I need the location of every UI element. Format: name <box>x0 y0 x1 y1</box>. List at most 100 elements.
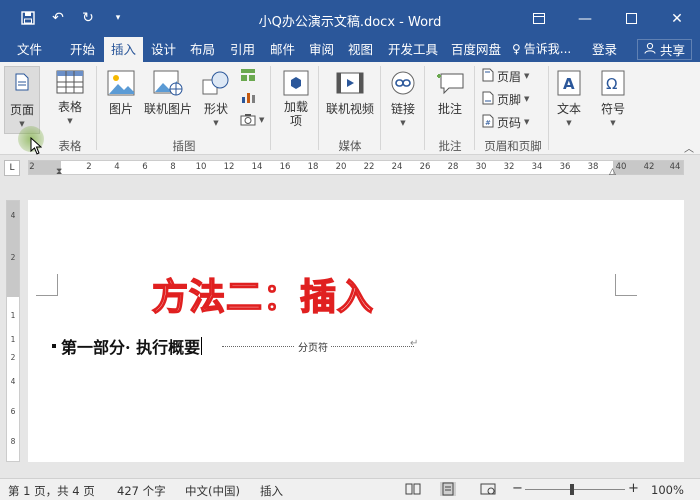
pages-label: 页面 <box>9 103 34 117</box>
chart-icon <box>240 90 256 107</box>
group-separator <box>424 66 425 150</box>
tab-review[interactable]: 审阅 <box>302 37 341 62</box>
ruler-tick: 38 <box>587 162 599 172</box>
tab-mailings[interactable]: 邮件 <box>263 37 302 62</box>
zoom-out-button[interactable]: − <box>512 481 523 496</box>
text-cursor <box>201 337 203 355</box>
tab-insert[interactable]: 插入 <box>104 37 144 62</box>
vruler-tick: 1 <box>10 335 16 344</box>
ruler-tick: 44 <box>669 162 681 172</box>
zoom-level[interactable]: 100% <box>651 483 684 497</box>
chevron-down-icon: ▼ <box>524 118 530 126</box>
vruler-tick: 4 <box>10 211 16 220</box>
collapse-ribbon-icon[interactable]: ︿ <box>684 140 694 155</box>
chevron-down-icon: ▼ <box>566 119 572 127</box>
svg-text:A: A <box>563 75 575 93</box>
vruler-tick: 6 <box>10 407 16 416</box>
horizontal-ruler[interactable]: 2 2 4 6 8 10 12 14 16 18 20 22 24 26 28 … <box>28 160 684 177</box>
tab-baidu-netdisk[interactable]: 百度网盘 <box>444 37 508 62</box>
zoom-slider-thumb[interactable] <box>570 484 574 495</box>
maximize-icon[interactable] <box>608 0 654 37</box>
right-indent-marker-icon[interactable]: △ <box>609 167 616 177</box>
vertical-scrollbar[interactable] <box>686 180 700 462</box>
ruler-tick: 6 <box>142 162 148 172</box>
online-picture-button[interactable]: 联机图片 <box>142 66 194 134</box>
insert-mode-indicator[interactable]: 插入 <box>260 483 283 499</box>
ruler-tick: 20 <box>335 162 347 172</box>
tab-design[interactable]: 设计 <box>144 37 183 62</box>
overlay-title-text: 方法二：插入 <box>151 276 375 319</box>
chevron-down-icon: ▼ <box>259 116 265 124</box>
ribbon-display-options-icon[interactable] <box>516 0 562 37</box>
tell-me-label: 告诉我... <box>523 42 572 56</box>
svg-text:#: # <box>485 119 491 127</box>
document-page[interactable] <box>28 200 684 462</box>
tab-references[interactable]: 引用 <box>223 37 262 62</box>
vruler-tick: 4 <box>10 377 16 386</box>
tab-selector[interactable]: L <box>4 160 20 176</box>
online-video-label: 联机视频 <box>325 102 374 116</box>
screenshot-button[interactable]: ▼ <box>240 110 264 130</box>
page-count[interactable]: 第 1 页，共 4 页 <box>8 483 95 499</box>
shapes-button[interactable]: 形状 ▼ <box>198 66 234 134</box>
language-indicator[interactable]: 中文(中国) <box>185 483 240 499</box>
comment-button[interactable]: 批注 <box>430 66 470 134</box>
chart-button[interactable] <box>240 88 256 108</box>
ruler-tick: 34 <box>531 162 543 172</box>
ruler-tick: 10 <box>195 162 207 172</box>
tab-view[interactable]: 视图 <box>341 37 380 62</box>
vertical-ruler[interactable]: 4 2 1 1 2 4 6 8 <box>6 200 20 462</box>
page-number-button[interactable]: # 页码 ▼ <box>482 112 529 132</box>
vruler-tick: 2 <box>10 253 16 262</box>
lightbulb-icon: ♀ <box>512 42 521 56</box>
web-layout-icon[interactable] <box>480 482 496 496</box>
document-heading[interactable]: 第一部分· 执行概要 <box>52 334 203 358</box>
picture-button[interactable]: 图片 <box>104 66 138 134</box>
status-bar: 第 1 页，共 4 页 427 个字 中文(中国) 插入 − + 100% <box>0 478 700 500</box>
indent-marker-icon[interactable]: ⧗ <box>56 167 62 177</box>
footer-button[interactable]: 页脚 ▼ <box>482 89 529 109</box>
text-button[interactable]: A 文本 ▼ <box>552 66 586 134</box>
camera-icon <box>240 112 256 129</box>
heading-text: 第一部分· 执行概要 <box>61 338 201 357</box>
pages-button[interactable]: 页面 ▼ <box>4 66 40 134</box>
word-count[interactable]: 427 个字 <box>117 483 166 499</box>
paragraph-mark-bullet <box>52 344 56 348</box>
tell-me-box[interactable]: ♀ 告诉我... <box>512 37 571 62</box>
vruler-tick: 2 <box>10 353 16 362</box>
header-button[interactable]: 页眉 ▼ <box>482 66 529 86</box>
smartart-button[interactable] <box>240 66 256 86</box>
page-number-label: 页码 <box>497 115 522 130</box>
group-separator <box>96 66 97 150</box>
ruler-tick: 32 <box>503 162 515 172</box>
title-bar: ↶ ↻ ▾ 小Q办公演示文稿.docx - Word — ✕ <box>0 0 700 37</box>
ruler-tick: 2 <box>29 162 35 172</box>
zoom-in-button[interactable]: + <box>628 481 639 496</box>
shapes-label: 形状 <box>203 102 228 116</box>
tab-developer[interactable]: 开发工具 <box>381 37 445 62</box>
tab-layout[interactable]: 布局 <box>183 37 222 62</box>
ruler-tick: 22 <box>363 162 375 172</box>
ruler-tick: 8 <box>170 162 176 172</box>
minimize-icon[interactable]: — <box>562 0 608 37</box>
ribbon-tabs: 文件 开始 插入 设计 布局 引用 邮件 审阅 视图 开发工具 百度网盘 ♀ 告… <box>0 37 700 62</box>
print-layout-icon[interactable] <box>440 482 456 496</box>
close-icon[interactable]: ✕ <box>654 0 700 37</box>
links-label: 链接 <box>390 102 415 116</box>
links-button[interactable]: 链接 ▼ <box>386 66 420 134</box>
svg-text:Ω: Ω <box>606 75 617 93</box>
ruler-tick: 42 <box>643 162 655 172</box>
read-mode-icon[interactable] <box>405 482 421 496</box>
mouse-pointer-icon <box>30 136 43 158</box>
text-label: 文本 <box>556 102 581 116</box>
login-button[interactable]: 登录 <box>592 37 617 62</box>
zoom-slider[interactable] <box>525 489 625 490</box>
online-video-button[interactable]: 联机视频 <box>324 66 376 134</box>
tab-file[interactable]: 文件 <box>10 37 49 62</box>
symbols-button[interactable]: Ω 符号 ▼ <box>596 66 630 134</box>
table-button[interactable]: 表格 ▼ <box>52 66 88 134</box>
tab-home[interactable]: 开始 <box>63 37 102 62</box>
addins-button[interactable]: 加载 项 <box>278 66 314 134</box>
share-button[interactable]: 共享 <box>636 39 692 60</box>
addins-label-line2: 项 <box>289 114 302 128</box>
